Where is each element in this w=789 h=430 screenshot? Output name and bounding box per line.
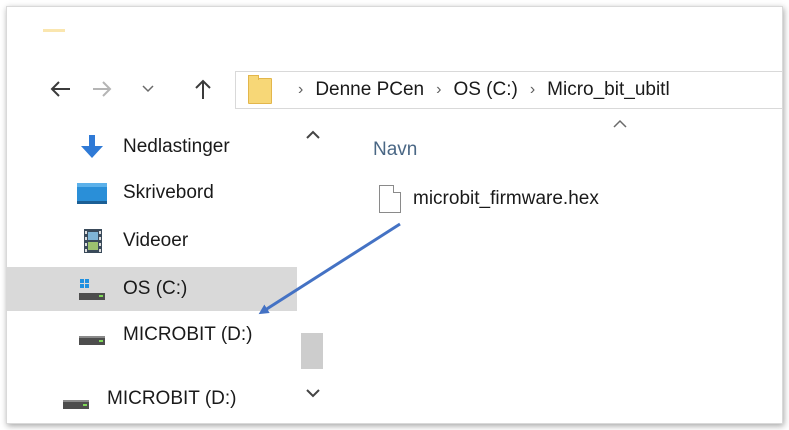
- breadcrumb-item[interactable]: OS (C:): [453, 79, 517, 101]
- sidebar-item-downloads[interactable]: Nedlastinger: [7, 125, 297, 169]
- sidebar-item-label: MICROBIT (D:): [123, 324, 253, 345]
- file-icon: [379, 185, 401, 213]
- recent-locations-button[interactable]: [135, 69, 161, 109]
- breadcrumb-item[interactable]: Denne PCen: [315, 79, 424, 101]
- arrow-left-icon: [50, 81, 70, 97]
- sidebar-item-microbit[interactable]: MICROBIT (D:): [7, 313, 297, 357]
- sidebar-item-label: OS (C:): [123, 278, 188, 299]
- video-icon: [84, 229, 102, 253]
- navigation-pane: Nedlastinger Skrivebord Videoer OS (C:) …: [7, 115, 325, 423]
- download-icon: [81, 135, 103, 158]
- breadcrumb: › Denne PCen › OS (C:) › Micro_bit_ubitl: [286, 72, 670, 108]
- explorer-window: › Denne PCen › OS (C:) › Micro_bit_ubitl…: [6, 6, 783, 424]
- back-button[interactable]: [42, 69, 78, 109]
- chevron-up-icon[interactable]: [303, 125, 323, 145]
- chevron-down-icon: [142, 85, 154, 93]
- drive-icon: [79, 336, 105, 345]
- desktop-icon: [77, 183, 107, 204]
- sidebar-item-videos[interactable]: Videoer: [7, 219, 297, 263]
- title-accent: [43, 29, 65, 32]
- chevron-down-icon[interactable]: [303, 383, 323, 403]
- sidebar-item-label: MICROBIT (D:): [107, 388, 237, 409]
- breadcrumb-item[interactable]: Micro_bit_ubitl: [547, 79, 670, 101]
- drive-icon: [63, 400, 89, 409]
- file-name: microbit_firmware.hex: [413, 188, 599, 209]
- sidebar-item-os-c[interactable]: OS (C:): [7, 267, 297, 311]
- forward-button[interactable]: [85, 69, 119, 109]
- sort-ascending-icon: [613, 119, 627, 128]
- folder-icon: [248, 75, 272, 104]
- arrow-up-icon: [195, 79, 211, 99]
- sidebar-item-label: Nedlastinger: [123, 136, 230, 157]
- sidebar-item-label: Videoer: [123, 230, 189, 251]
- os-drive-icon: [79, 279, 105, 300]
- scrollbar-thumb[interactable]: [301, 333, 323, 369]
- up-button[interactable]: [185, 69, 221, 109]
- chevron-right-icon: ›: [298, 81, 304, 98]
- arrow-right-icon: [93, 81, 112, 97]
- navigation-bar: › Denne PCen › OS (C:) › Micro_bit_ubitl: [7, 69, 782, 109]
- chevron-right-icon: ›: [529, 81, 536, 98]
- column-header-name[interactable]: Navn: [373, 139, 417, 161]
- sidebar-item-desktop[interactable]: Skrivebord: [7, 171, 297, 215]
- address-bar[interactable]: › Denne PCen › OS (C:) › Micro_bit_ubitl: [235, 71, 782, 109]
- sidebar-item-microbit-root[interactable]: MICROBIT (D:): [7, 377, 297, 421]
- file-list: Navn microbit_firmware.hex: [337, 115, 782, 423]
- sidebar-item-label: Skrivebord: [123, 182, 214, 203]
- chevron-right-icon: ›: [436, 81, 442, 98]
